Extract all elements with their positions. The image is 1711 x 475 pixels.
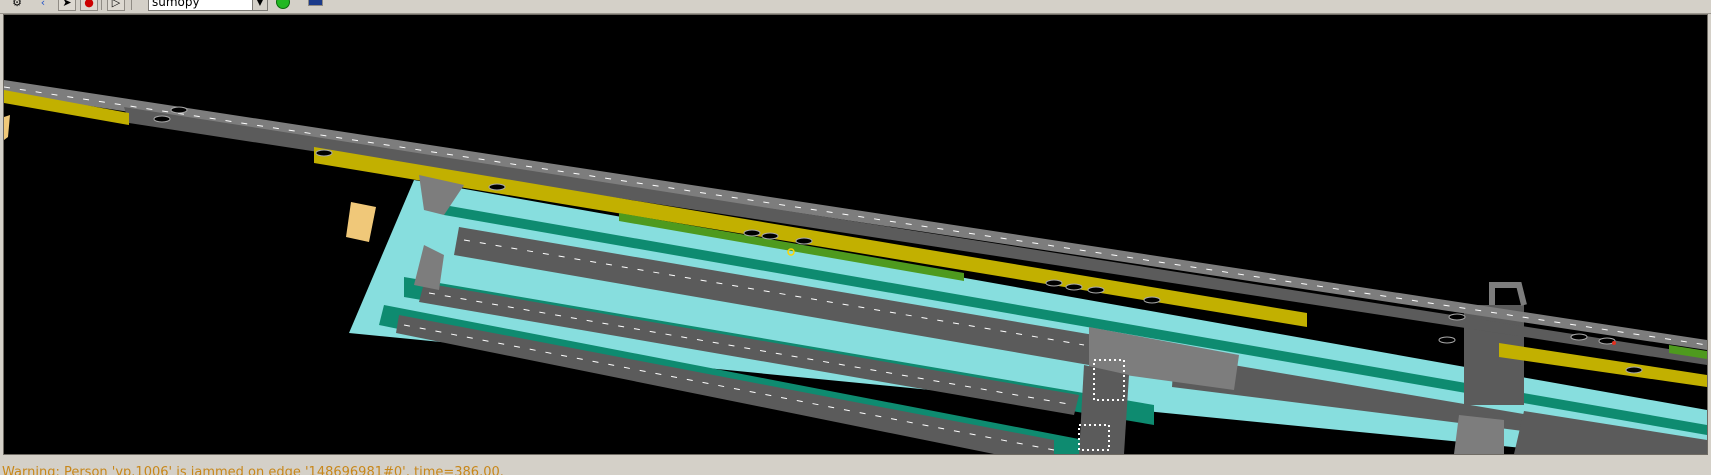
vehicle[interactable] xyxy=(795,237,813,245)
person-marker[interactable] xyxy=(1612,341,1616,345)
vehicle[interactable] xyxy=(1045,279,1063,287)
vehicle[interactable] xyxy=(488,183,506,191)
color-scheme-value: sumopy xyxy=(152,0,200,9)
back-icon[interactable]: ‹ xyxy=(34,0,52,11)
vehicle[interactable] xyxy=(1438,336,1456,344)
status-bar: Warning: Person 'vp.1006' is jammed on e… xyxy=(0,457,1711,475)
status-message: Warning: Person 'vp.1006' is jammed on e… xyxy=(2,465,504,475)
color-scheme-select[interactable]: sumopy ▼ xyxy=(148,0,268,11)
vehicle[interactable] xyxy=(1570,333,1588,341)
junction xyxy=(1454,415,1504,454)
vehicle[interactable] xyxy=(1143,296,1161,304)
stop-icon[interactable]: ● xyxy=(80,0,98,11)
vehicle[interactable] xyxy=(170,106,188,114)
vehicle[interactable] xyxy=(1087,286,1105,294)
vehicle[interactable] xyxy=(315,149,333,157)
vehicle[interactable] xyxy=(761,232,779,240)
chevron-down-icon[interactable]: ▼ xyxy=(252,0,267,10)
locate-icon[interactable]: ⚙ xyxy=(8,0,26,11)
vehicle[interactable] xyxy=(1065,283,1083,291)
vehicle[interactable] xyxy=(1448,313,1466,321)
simulation-view[interactable] xyxy=(3,14,1708,455)
vehicle[interactable] xyxy=(743,229,761,237)
vehicle[interactable] xyxy=(1625,366,1643,374)
toolbar: ⚙ ‹ ➤ ● ▷ sumopy ▼ xyxy=(0,0,1711,14)
green-status-icon[interactable] xyxy=(276,0,290,9)
network-canvas[interactable] xyxy=(4,15,1707,454)
screenshot-icon[interactable] xyxy=(308,0,323,6)
select-icon[interactable]: ➤ xyxy=(58,0,76,11)
vehicle[interactable] xyxy=(153,115,171,123)
crossing xyxy=(1079,365,1129,454)
play-icon[interactable]: ▷ xyxy=(107,0,125,11)
toolbar-separator xyxy=(131,0,132,10)
toolbar-separator xyxy=(101,0,102,10)
